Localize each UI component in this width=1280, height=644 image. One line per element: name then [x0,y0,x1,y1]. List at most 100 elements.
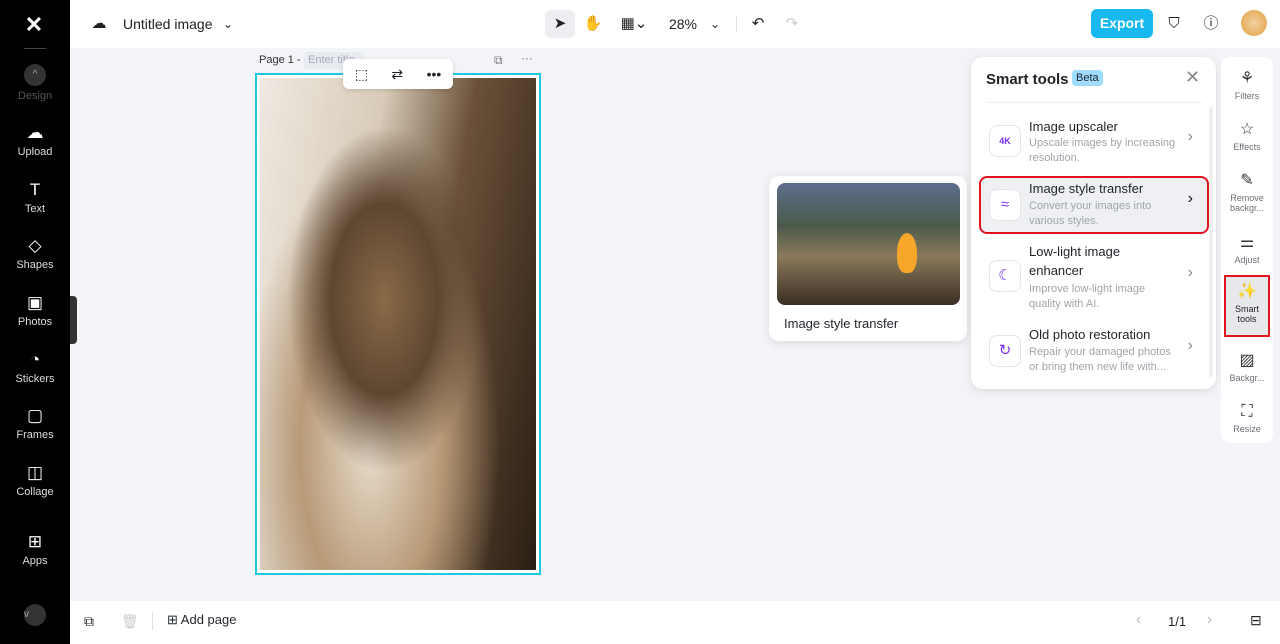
floating-toolbar: ⬚ ⇄ ••• [343,59,453,89]
sidebar-item-label: Text [24,203,46,215]
tool-label: Backgr... [1229,373,1265,383]
photos-icon: ▣ [26,293,44,312]
tool-label: Resize [1233,424,1261,434]
tool-title: Image upscaler [1029,119,1118,134]
capcut-logo-icon[interactable]: ✕ [20,12,48,37]
undo-icon[interactable]: ↶ [746,10,770,38]
sidebar-item-label: Upload [17,146,53,158]
apps-icon: ⊞ [27,532,43,551]
panel-title: Smart tools [986,71,1069,88]
moon-icon: ☾ [989,260,1021,292]
resize-icon: ⛶ [1241,403,1253,420]
sidebar-item-stickers[interactable]: ◔ Stickers [0,349,70,385]
frames-icon: ▢ [26,406,44,425]
next-page-icon[interactable]: › [1207,611,1212,629]
beta-badge: Beta [1072,70,1103,86]
tool-remove-background[interactable]: ✎ Remove backgr... [1221,171,1273,213]
chevron-right-icon: › [1187,264,1193,281]
divider [736,16,737,32]
cat-photo[interactable] [260,78,536,570]
tool-label: Effects [1233,142,1261,152]
tool-image-upscaler[interactable]: 4K Image upscaler Upscale images by incr… [981,114,1207,172]
tool-background[interactable]: ▨ Backgr... [1221,351,1273,383]
chevron-up-icon: ^ [24,64,46,86]
close-icon[interactable]: ✕ [1185,67,1200,88]
sidebar-item-shapes[interactable]: ◇ Shapes [0,235,70,271]
tool-title: Low-light image enhancer [1029,244,1121,278]
chevron-right-icon: › [1187,190,1193,207]
sidebar-item-photos[interactable]: ▣ Photos [0,292,70,328]
chevron-right-icon: › [1187,128,1193,145]
left-sidebar: ✕ ^ Design ☁ Upload T Text ◇ Shapes ▣ Photos … [0,0,70,644]
restoration-icon: ↻ [989,335,1021,367]
duplicate-icon[interactable]: ⧉ [84,613,94,630]
sidebar-collapse-handle[interactable] [70,296,77,344]
layout-icon[interactable]: ▦⌄ [616,10,652,38]
sidebar-item-label: Apps [22,555,48,567]
shield-icon[interactable]: ⛉ [1163,10,1185,38]
avatar[interactable] [1241,10,1267,36]
sidebar-item-apps[interactable]: ⊞ Apps [0,531,70,567]
bottom-bar [70,601,1280,644]
sidebar-item-design[interactable]: ^ Design [0,64,70,102]
text-icon: T [29,180,41,199]
trash-icon[interactable]: 🗑 [121,613,139,630]
sliders-icon: ⚌ [1239,234,1255,251]
sidebar-item-collage[interactable]: ◫ Collage [0,462,70,498]
sidebar-item-frames[interactable]: ▢ Frames [0,405,70,441]
tool-image-style-transfer[interactable]: ≈ Image style transfer Convert your imag… [979,176,1209,234]
tool-resize[interactable]: ⛶ Resize [1221,402,1273,434]
cloud-icon[interactable]: ☁ [88,10,110,38]
tool-filters[interactable]: ⚘ Filters [1221,69,1273,101]
sidebar-item-upload[interactable]: ☁ Upload [0,122,70,158]
tool-title: Image style transfer [1029,181,1144,196]
divider [986,102,1202,103]
style-transfer-icon: ≈ [989,189,1021,221]
tool-old-photo-restoration[interactable]: ↻ Old photo restoration Repair your dama… [981,325,1207,381]
chevron-right-icon: › [1187,337,1193,354]
stickers-icon: ◔ [29,350,41,369]
canvas-page[interactable] [255,73,541,575]
upscaler-icon: 4K [989,125,1021,157]
add-page-button[interactable]: ⊞ Add page [167,612,236,628]
zoom-level[interactable]: 28% [668,10,698,38]
eraser-icon: ✎ [1240,172,1254,189]
tool-description: Improve low-light image quality with AI. [1029,283,1146,310]
previous-page-icon[interactable]: ‹ [1136,611,1141,629]
chevron-down-icon[interactable]: ⌄ [706,10,724,38]
more-icon[interactable]: ••• [427,66,442,82]
document-title[interactable]: Untitled image [123,10,213,38]
select-tool-icon[interactable]: ➤ [545,10,575,38]
export-button[interactable]: Export [1091,9,1153,38]
tool-smart-tools[interactable]: ✨ Smart tools [1224,275,1270,337]
more-icon[interactable]: ··· [521,51,533,65]
sidebar-item-text[interactable]: T Text [0,179,70,215]
magic-wand-icon: ✨ [1237,283,1257,300]
style-transfer-preview: Image style transfer [769,176,967,341]
tool-description: Repair your damaged photos or bring them… [1029,346,1171,373]
pages-overview-icon[interactable]: ⊟ [1250,612,1262,629]
divider [152,612,153,630]
select-area-icon[interactable]: ⬚ [355,66,368,83]
help-icon[interactable]: ⓘ [1200,10,1222,38]
upload-icon: ☁ [26,123,44,142]
sidebar-item-label: Frames [16,429,54,441]
effects-icon: ☆ [1239,121,1255,138]
hand-tool-icon[interactable]: ✋ [580,10,606,38]
chevron-down-icon[interactable]: ⌄ [220,10,236,38]
tool-label: Adjust [1234,255,1260,265]
tool-label: Remove backgr... [1229,193,1265,213]
swap-icon[interactable]: ⇄ [391,66,403,83]
tool-effects[interactable]: ☆ Effects [1221,120,1273,152]
add-page-label: Add page [180,612,237,627]
scrollbar[interactable] [1209,107,1213,377]
tool-low-light-enhancer[interactable]: ☾ Low-light image enhancer Improve low-l… [981,242,1207,314]
sidebar-item-label: Photos [17,316,53,328]
redo-icon[interactable]: ↷ [780,10,804,38]
tool-label: Filters [1234,91,1260,101]
duplicate-page-icon[interactable]: ⧉ [494,53,503,68]
page-count: 1/1 [1168,614,1187,629]
tool-adjust[interactable]: ⚌ Adjust [1221,233,1273,265]
filters-icon: ⚘ [1239,70,1255,87]
chevron-down-icon[interactable]: v [24,604,46,626]
